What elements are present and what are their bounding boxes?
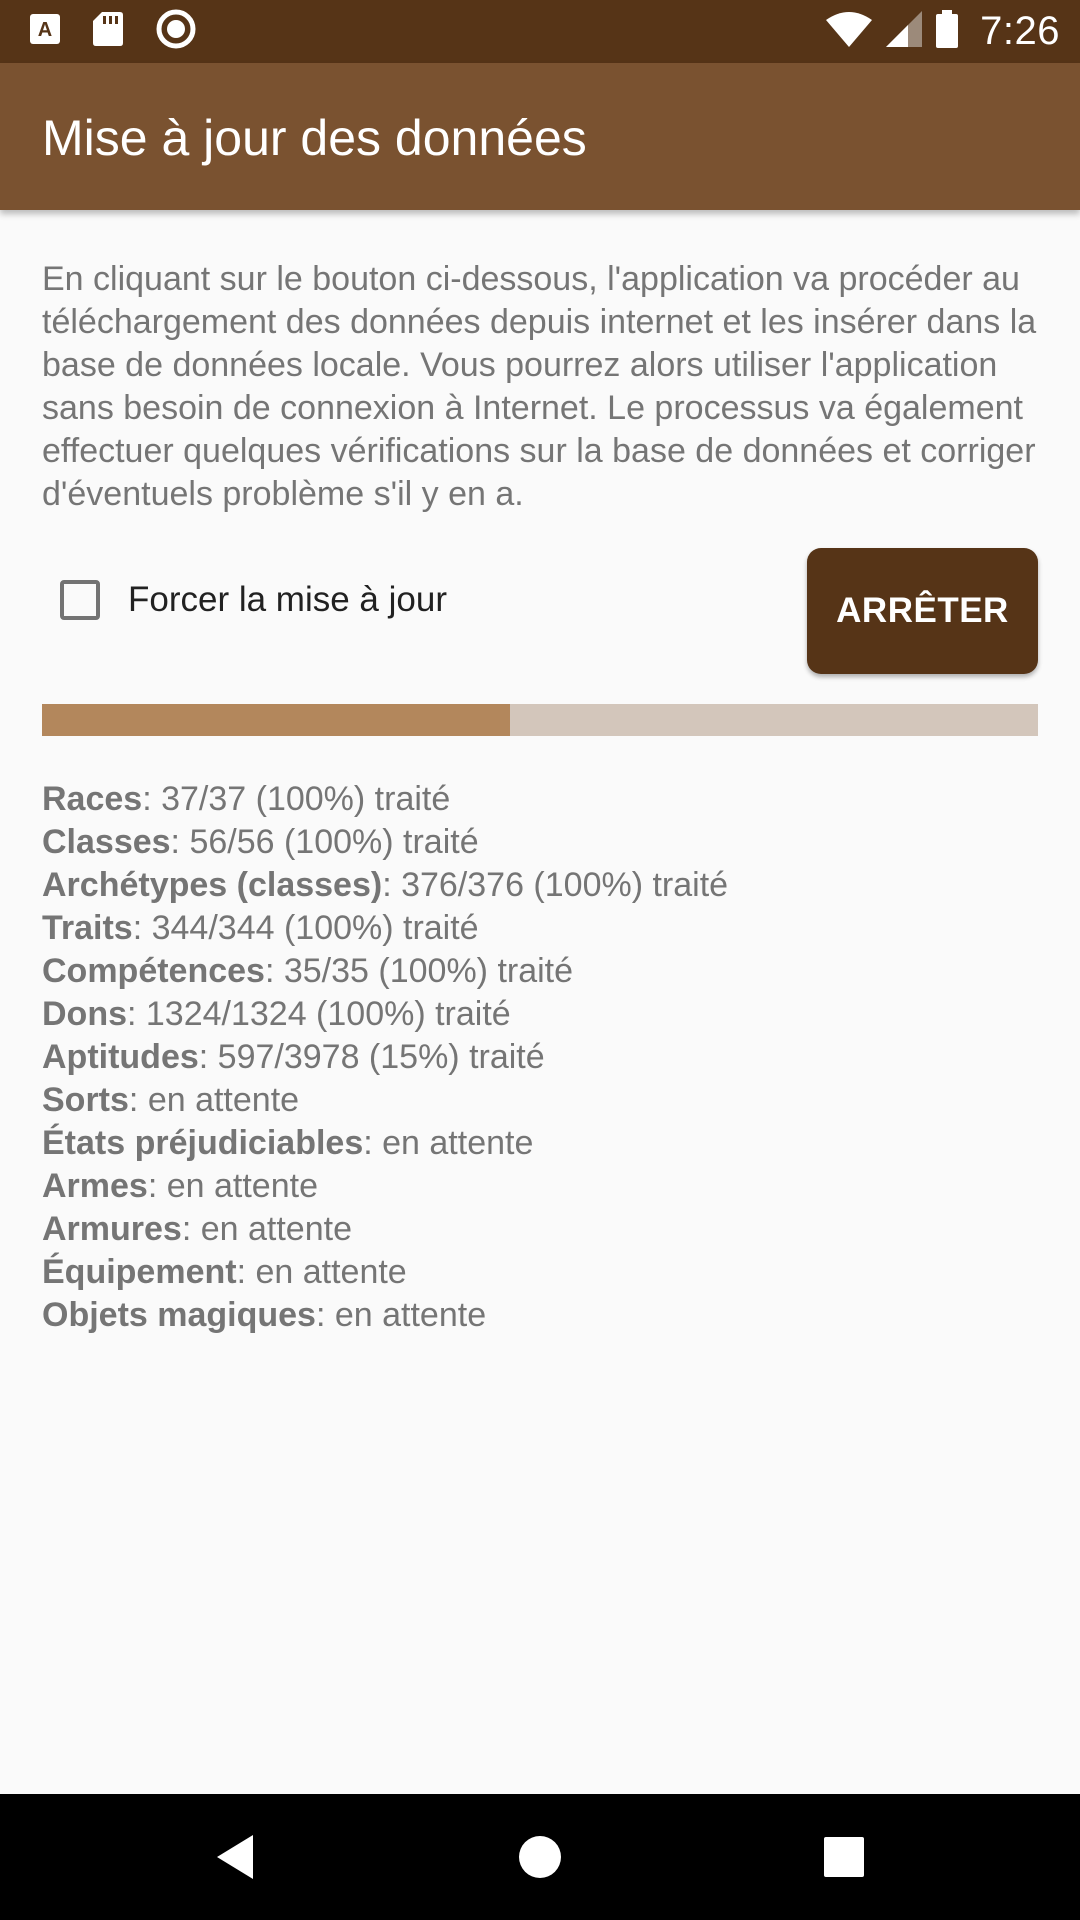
status-item-name: Dons (42, 995, 127, 1033)
status-item-name: Équipement (42, 1253, 237, 1291)
system-status-icons: 7:26 (812, 0, 1060, 63)
status-item-name: Armes (42, 1167, 148, 1205)
status-item: Objets magiques: en attente (42, 1294, 1038, 1337)
status-item: Aptitudes: 597/3978 (15%) traité (42, 1036, 1038, 1079)
force-update-checkbox[interactable]: Forcer la mise à jour (60, 580, 447, 620)
status-bar: A 7:26 (0, 0, 1080, 63)
description-text: En cliquant sur le bouton ci-dessous, l'… (42, 260, 1037, 513)
status-item: Armes: en attente (42, 1165, 1038, 1208)
navigation-bar (0, 1794, 1080, 1920)
notification-icons: A (30, 0, 229, 63)
status-item: Compétences: 35/35 (100%) traité (42, 950, 1038, 993)
status-item: Sorts: en attente (42, 1079, 1038, 1122)
progress-fill (42, 704, 511, 736)
status-item-name: Compétences (42, 952, 265, 990)
status-item-name: Armures (42, 1210, 182, 1248)
status-item-value: : 344/344 (100%) traité (132, 909, 479, 947)
status-item-name: Aptitudes (42, 1038, 199, 1076)
wifi-icon (826, 11, 873, 52)
status-item-value: : 1324/1324 (100%) traité (127, 995, 511, 1033)
home-icon[interactable] (505, 1822, 575, 1892)
progress-bar (42, 704, 1038, 736)
status-item-value: : 376/376 (100%) traité (382, 866, 729, 904)
status-item-value: : 597/3978 (15%) traité (198, 1038, 545, 1076)
status-item: Dons: 1324/1324 (100%) traité (42, 993, 1038, 1036)
font-download-icon: A (30, 14, 60, 49)
controls-row: Forcer la mise à jour ARRÊTER (42, 548, 1038, 674)
status-item: Traits: 344/344 (100%) traité (42, 907, 1038, 950)
status-item: Archétypes (classes): 376/376 (100%) tra… (42, 864, 1038, 907)
status-item-value: : en attente (315, 1296, 487, 1334)
cellular-signal-icon (886, 11, 923, 52)
svg-text:A: A (38, 19, 52, 41)
status-item: Équipement: en attente (42, 1251, 1038, 1294)
status-item-name: Races (42, 780, 143, 818)
status-item: Armures: en attente (42, 1208, 1038, 1251)
status-item-name: Sorts (42, 1081, 129, 1119)
status-item-name: États préjudiciables (42, 1124, 364, 1162)
status-item-value: : en attente (236, 1253, 407, 1291)
status-item-name: Traits (42, 909, 133, 947)
clock: 7:26 (980, 9, 1060, 53)
status-list: Races: 37/37 (100%) traité Classes: 56/56… (42, 778, 1038, 1337)
status-item-value: : en attente (147, 1167, 318, 1205)
status-item-name: Archétypes (classes) (42, 866, 383, 904)
status-item-name: Classes (42, 823, 171, 861)
status-item-value: : 56/56 (100%) traité (170, 823, 479, 861)
app-bar: Mise à jour des données (0, 63, 1080, 210)
battery-icon (936, 10, 959, 53)
status-item-value: : 35/35 (100%) traité (264, 952, 574, 990)
status-item-value: : en attente (128, 1081, 300, 1119)
checkbox-box[interactable] (60, 580, 100, 620)
status-item-value: : en attente (363, 1124, 534, 1162)
status-item-name: Objets magiques (42, 1296, 316, 1334)
status-item: Races: 37/37 (100%) traité (42, 778, 1038, 821)
status-item: États préjudiciables: en attente (42, 1122, 1038, 1165)
status-item-value: : 37/37 (100%) traité (142, 780, 451, 818)
status-item-value: : en attente (181, 1210, 352, 1248)
force-update-label: Forcer la mise à jour (128, 580, 447, 619)
recents-icon[interactable] (809, 1822, 879, 1892)
record-icon (156, 9, 196, 54)
sd-card-icon (93, 12, 123, 51)
main-content: En cliquant sur le bouton ci-dessous, l'… (42, 258, 1038, 1337)
back-icon[interactable] (200, 1822, 270, 1892)
stop-button[interactable]: ARRÊTER (807, 548, 1038, 674)
page-title: Mise à jour des données (42, 110, 587, 166)
status-item: Classes: 56/56 (100%) traité (42, 821, 1038, 864)
